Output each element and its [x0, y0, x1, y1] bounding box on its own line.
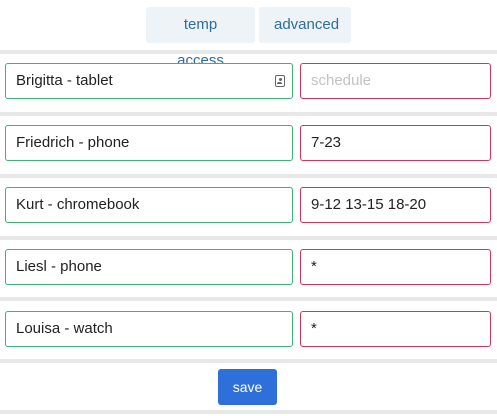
schedule-field[interactable]: 7-23	[300, 125, 491, 161]
device-name-text: Brigitta - tablet	[16, 72, 113, 89]
schedule-field[interactable]: *	[300, 311, 491, 347]
device-name-field[interactable]: Louisa - watch	[5, 311, 293, 347]
tab-advanced[interactable]: advanced	[259, 7, 351, 43]
divider	[0, 297, 497, 301]
device-name-field[interactable]: Friedrich - phone	[5, 125, 293, 161]
schedule-field[interactable]: *	[300, 249, 491, 285]
schedule-value: 9-12 13-15 18-20	[311, 196, 427, 213]
device-row-louisa: Louisa - watch *	[0, 302, 497, 358]
schedule-value: *	[311, 320, 317, 337]
divider	[0, 359, 497, 363]
schedule-field[interactable]: schedule	[300, 63, 491, 99]
divider	[0, 410, 497, 414]
contact-card-icon[interactable]	[275, 75, 285, 87]
device-name-field[interactable]: Kurt - chromebook	[5, 187, 293, 223]
tab-temp-access[interactable]: temp access	[146, 7, 255, 69]
schedule-value: *	[311, 258, 317, 275]
save-button[interactable]: save	[218, 369, 277, 405]
tab-bar: temp access advanced	[0, 7, 497, 69]
device-name-text: Friedrich - phone	[16, 134, 130, 151]
device-schedule-page: temp access advanced Brigitta - tablet s…	[0, 0, 497, 416]
device-name-text: Louisa - watch	[16, 320, 113, 337]
device-row-friedrich: Friedrich - phone 7-23	[0, 116, 497, 172]
schedule-value: 7-23	[311, 134, 342, 151]
device-name-field[interactable]: Liesl - phone	[5, 249, 293, 285]
device-row-brigitta: Brigitta - tablet schedule	[0, 54, 497, 110]
device-name-text: Liesl - phone	[16, 258, 102, 275]
device-name-text: Kurt - chromebook	[16, 196, 140, 213]
device-name-field[interactable]: Brigitta - tablet	[5, 63, 293, 99]
device-row-kurt: Kurt - chromebook 9-12 13-15 18-20	[0, 178, 497, 234]
schedule-field[interactable]: 9-12 13-15 18-20	[300, 187, 491, 223]
device-row-liesl: Liesl - phone *	[0, 240, 497, 296]
schedule-placeholder: schedule	[311, 72, 372, 89]
